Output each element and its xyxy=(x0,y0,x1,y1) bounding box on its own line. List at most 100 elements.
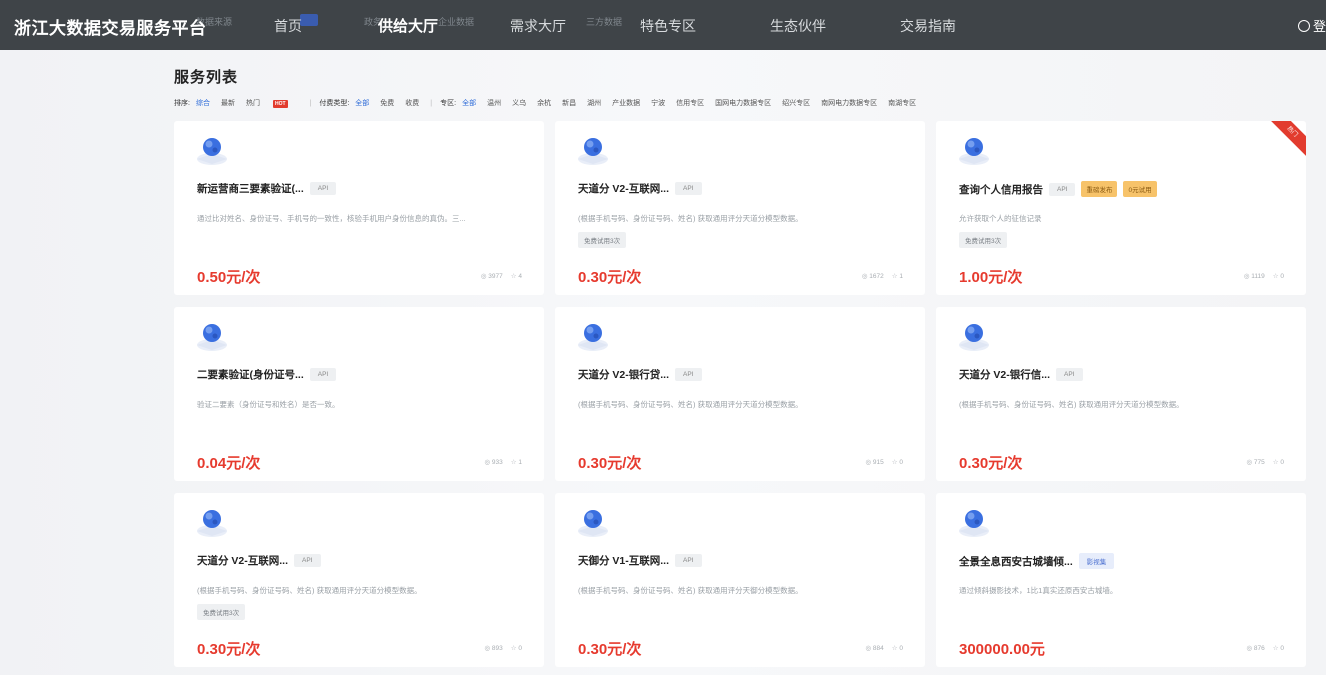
zone-option[interactable]: 新昌 xyxy=(562,98,576,108)
sort-option[interactable]: 综合 xyxy=(196,98,210,108)
eye-icon: ◎ xyxy=(1246,645,1254,652)
globe-icon xyxy=(575,505,611,539)
card-price: 0.30元/次 xyxy=(197,641,261,658)
star-count-value: 4 xyxy=(518,273,522,280)
card-stats: ◎ 933 ☆ 1 xyxy=(484,458,522,466)
zone-option[interactable]: 国网电力数据专区 xyxy=(715,98,771,108)
user-login[interactable]: 登 xyxy=(1297,16,1326,35)
user-icon xyxy=(1297,19,1310,32)
card-price: 300000.00元 xyxy=(959,641,1045,658)
card-stats: ◎ 876 ☆ 0 xyxy=(1246,644,1284,652)
card-title[interactable]: 全景全息西安古城墙倾... xyxy=(959,554,1073,569)
nav-partners[interactable]: 生态伙伴 xyxy=(770,16,826,36)
card-title[interactable]: 新运营商三要素验证(... xyxy=(197,181,304,196)
card-price: 0.30元/次 xyxy=(578,269,642,286)
card-title[interactable]: 天御分 V1-互联网... xyxy=(578,553,669,568)
star-count-value: 0 xyxy=(1280,645,1284,652)
zone-option[interactable]: 南湖专区 xyxy=(888,98,916,108)
view-count-value: 884 xyxy=(872,645,884,652)
service-card[interactable]: 天御分 V1-互联网... API (根据手机号码、身份证号码、姓名) 获取通用… xyxy=(555,493,925,667)
service-card[interactable]: 天道分 V2-互联网... API (根据手机号码、身份证号码、姓名) 获取通用… xyxy=(174,493,544,667)
nav-demand-hall[interactable]: 需求大厅 xyxy=(510,16,566,36)
zone-option[interactable]: 余杭 xyxy=(537,98,551,108)
ghost-badge xyxy=(300,14,318,26)
sort-option[interactable]: 最新 xyxy=(221,98,235,108)
star-count[interactable]: ☆ 4 xyxy=(511,272,522,280)
zone-option[interactable]: 南网电力数据专区 xyxy=(821,98,877,108)
card-description: (根据手机号码、身份证号码、姓名) 获取通用评分天道分模型数据。 xyxy=(197,586,422,595)
api-tag: API xyxy=(294,554,321,567)
ghost-text: 三方数据 xyxy=(586,17,623,27)
star-count[interactable]: ☆ 1 xyxy=(511,458,522,466)
nav-supply-hall[interactable]: 供给大厅 xyxy=(378,15,438,36)
card-title[interactable]: 查询个人信用报告 xyxy=(959,182,1043,197)
nav-home[interactable]: 首页 xyxy=(274,16,302,36)
nav-trade-guide[interactable]: 交易指南 xyxy=(900,16,956,36)
star-count[interactable]: ☆ 0 xyxy=(892,458,903,466)
star-count[interactable]: ☆ 0 xyxy=(511,644,522,652)
star-count[interactable]: ☆ 0 xyxy=(1273,272,1284,280)
service-card[interactable]: 天道分 V2-银行信... API (根据手机号码、身份证号码、姓名) 获取通用… xyxy=(936,307,1306,481)
zone-option[interactable]: 绍兴专区 xyxy=(782,98,810,108)
globe-icon xyxy=(194,505,230,539)
eye-icon: ◎ xyxy=(865,645,873,652)
card-title-row: 全景全息西安古城墙倾... 影视集 xyxy=(959,553,1115,569)
top-nav-bar: 数据来源 政务 企业数据 三方数据 浙江大数据交易服务平台 首页 供给大厅 需求… xyxy=(0,0,1326,50)
view-count-value: 3977 xyxy=(488,273,503,280)
ghost-text: 企业数据 xyxy=(438,17,475,27)
star-count-value: 1 xyxy=(518,459,522,466)
free-trial-tag: 免费试用3次 xyxy=(578,232,627,248)
view-count: ◎ 1672 xyxy=(862,272,884,280)
zone-option[interactable]: 宁波 xyxy=(651,98,665,108)
api-tag: API xyxy=(309,182,337,195)
view-count-value: 1672 xyxy=(869,273,884,280)
card-title-row: 新运营商三要素验证(... API xyxy=(197,181,337,196)
nav-featured-zone[interactable]: 特色专区 xyxy=(640,16,696,36)
pay-option[interactable]: 全部 xyxy=(355,98,369,108)
service-card[interactable]: 天道分 V2-银行贷... API (根据手机号码、身份证号码、姓名) 获取通用… xyxy=(555,307,925,481)
star-count[interactable]: ☆ 0 xyxy=(1273,644,1284,652)
star-count-value: 0 xyxy=(1280,273,1284,280)
pay-option[interactable]: 免费 xyxy=(380,98,394,108)
service-card[interactable]: 天道分 V2-互联网... API (根据手机号码、身份证号码、姓名) 获取通用… xyxy=(555,121,925,295)
star-count[interactable]: ☆ 1 xyxy=(892,272,903,280)
view-count-value: 775 xyxy=(1253,459,1265,466)
star-count[interactable]: ☆ 0 xyxy=(1273,458,1284,466)
zone-option[interactable]: 温州 xyxy=(487,98,501,108)
view-count: ◎ 775 xyxy=(1246,458,1264,466)
brand-logo[interactable]: 浙江大数据交易服务平台 xyxy=(14,14,207,39)
zone-option[interactable]: 产业数据 xyxy=(612,98,640,108)
service-card[interactable]: 二要素验证(身份证号... API 验证二要素（身份证号和姓名）是否一致。 0.… xyxy=(174,307,544,481)
zone-option[interactable]: 全部 xyxy=(462,98,476,108)
card-title[interactable]: 天道分 V2-银行贷... xyxy=(578,367,669,382)
card-title-row: 天道分 V2-互联网... API xyxy=(578,181,702,196)
view-count: ◎ 3977 xyxy=(481,272,503,280)
view-count-value: 1119 xyxy=(1251,273,1265,280)
globe-icon xyxy=(956,319,992,353)
zone-options: 全部 温州 义乌 余杭 新昌 湖州 产业数据 宁波 信用专区 国网电力数据专区 绍兴专区 南网电力数据… xyxy=(462,98,927,108)
card-price: 0.30元/次 xyxy=(578,641,642,658)
card-title[interactable]: 二要素验证(身份证号... xyxy=(197,367,304,382)
star-count-value: 0 xyxy=(899,645,903,652)
pay-option[interactable]: 收费 xyxy=(405,98,419,108)
card-title[interactable]: 天道分 V2-互联网... xyxy=(578,181,669,196)
card-price: 0.30元/次 xyxy=(578,455,642,472)
sort-option-hot[interactable]: 热门 HOT xyxy=(246,98,299,108)
zone-option[interactable]: 义乌 xyxy=(512,98,526,108)
service-card[interactable]: 新运营商三要素验证(... API 通过比对姓名、身份证号、手机号的一致性，核验… xyxy=(174,121,544,295)
globe-icon xyxy=(956,505,992,539)
star-count-value: 1 xyxy=(899,273,903,280)
zone-option[interactable]: 信用专区 xyxy=(676,98,704,108)
card-price: 0.04元/次 xyxy=(197,455,261,472)
view-count: ◎ 1119 xyxy=(1244,272,1265,280)
card-title-row: 二要素验证(身份证号... API xyxy=(197,367,337,382)
star-count[interactable]: ☆ 0 xyxy=(892,644,903,652)
zone-option[interactable]: 湖州 xyxy=(587,98,601,108)
globe-icon xyxy=(575,319,611,353)
service-card[interactable]: 全景全息西安古城墙倾... 影视集 通过倾斜摄影技术，1比1真实还原西安古城墙。… xyxy=(936,493,1306,667)
card-title[interactable]: 天道分 V2-互联网... xyxy=(197,553,288,568)
hot-badge: HOT xyxy=(272,100,288,108)
service-card[interactable]: 热门 查询个人信用报告 API 重磅发布 0元试用 允许获取个人的征信记录 免费试用… xyxy=(936,121,1306,295)
card-description: 验证二要素（身份证号和姓名）是否一致。 xyxy=(197,400,340,409)
card-title[interactable]: 天道分 V2-银行信... xyxy=(959,367,1050,382)
